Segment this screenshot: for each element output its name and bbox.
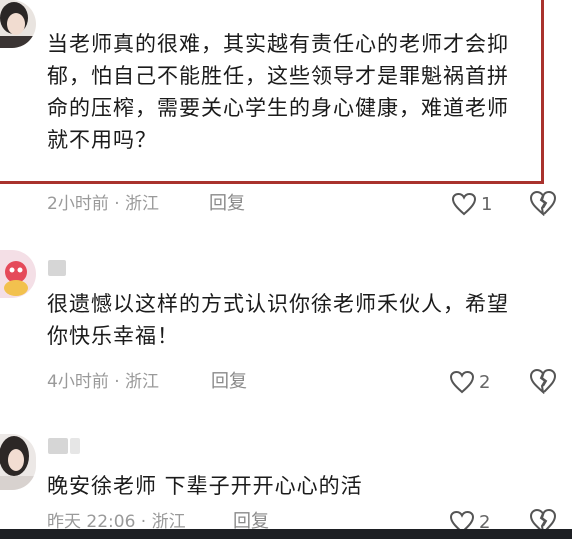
avatar[interactable] — [0, 250, 36, 298]
comment-item: 晚安徐老师 下辈子开开心心的活 昨天 22:06 · 浙江 回复 2 — [0, 430, 572, 539]
avatar[interactable] — [0, 434, 36, 490]
dislike-button[interactable] — [529, 368, 557, 396]
comment-text: 很遗憾以这样的方式认识你徐老师禾伙人，希望 你快乐幸福！ — [47, 288, 509, 352]
like-button[interactable]: 2 — [449, 368, 490, 396]
comment-meta: 2小时前 · 浙江 — [47, 194, 160, 214]
username-redacted — [48, 438, 68, 454]
comment-text-line: 就不用吗？ — [47, 128, 157, 152]
comment-text-line: 命的压榨，需要关心学生的身心健康，难道老师 — [47, 96, 509, 120]
username-redacted — [48, 260, 66, 276]
like-count: 2 — [479, 371, 491, 393]
username-redacted — [70, 438, 80, 454]
comment-text-line: 很遗憾以这样的方式认识你徐老师禾伙人，希望 — [47, 292, 509, 316]
reply-button[interactable]: 回复 — [209, 192, 245, 216]
like-count: 1 — [481, 193, 493, 215]
reply-button[interactable]: 回复 — [211, 370, 247, 394]
broken-heart-icon — [529, 190, 557, 217]
bottom-edge-bar — [0, 529, 572, 539]
comment-item: 很遗憾以这样的方式认识你徐老师禾伙人，希望 你快乐幸福！ 4小时前 · 浙江 回… — [0, 250, 572, 410]
comment-meta: 4小时前 · 浙江 — [47, 372, 160, 392]
comment-item: 当老师真的很难，其实越有责任心的老师才会抑 郁，怕自己不能胜任，这些领导才是罪魁… — [0, 0, 572, 230]
comment-text-line: 你快乐幸福！ — [47, 324, 179, 348]
dislike-button[interactable] — [529, 190, 557, 218]
comment-text: 晚安徐老师 下辈子开开心心的活 — [47, 470, 363, 502]
comment-list: 当老师真的很难，其实越有责任心的老师才会抑 郁，怕自己不能胜任，这些领导才是罪魁… — [0, 0, 572, 539]
comment-text: 当老师真的很难，其实越有责任心的老师才会抑 郁，怕自己不能胜任，这些领导才是罪魁… — [47, 28, 509, 156]
broken-heart-icon — [529, 368, 557, 395]
comment-text-line: 当老师真的很难，其实越有责任心的老师才会抑 — [47, 32, 509, 56]
heart-outline-icon — [449, 370, 475, 394]
comment-text-line: 郁，怕自己不能胜任，这些领导才是罪魁祸首拼 — [47, 64, 509, 88]
like-button[interactable]: 1 — [451, 190, 492, 218]
heart-outline-icon — [451, 192, 477, 216]
comment-text-line: 晚安徐老师 下辈子开开心心的活 — [47, 474, 363, 498]
